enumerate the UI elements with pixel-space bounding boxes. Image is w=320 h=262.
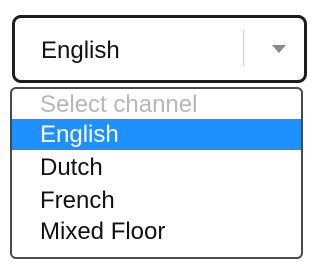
select-separator	[243, 30, 244, 66]
dropdown-option-dutch[interactable]: Dutch	[12, 152, 301, 183]
selected-channel-value: English	[41, 37, 120, 64]
dropdown-option-french[interactable]: French	[12, 185, 301, 216]
channel-select-widget: English Select channel English Dutch Fre…	[0, 0, 317, 262]
chevron-down-icon[interactable]	[272, 45, 286, 53]
dropdown-placeholder: Select channel	[40, 91, 198, 118]
dropdown-option-mixed-floor[interactable]: Mixed Floor	[12, 216, 301, 247]
channel-dropdown-menu: Select channel English Dutch French Mixe…	[10, 87, 303, 259]
channel-select[interactable]: English	[12, 15, 307, 83]
dropdown-option-english[interactable]: English	[12, 119, 301, 150]
